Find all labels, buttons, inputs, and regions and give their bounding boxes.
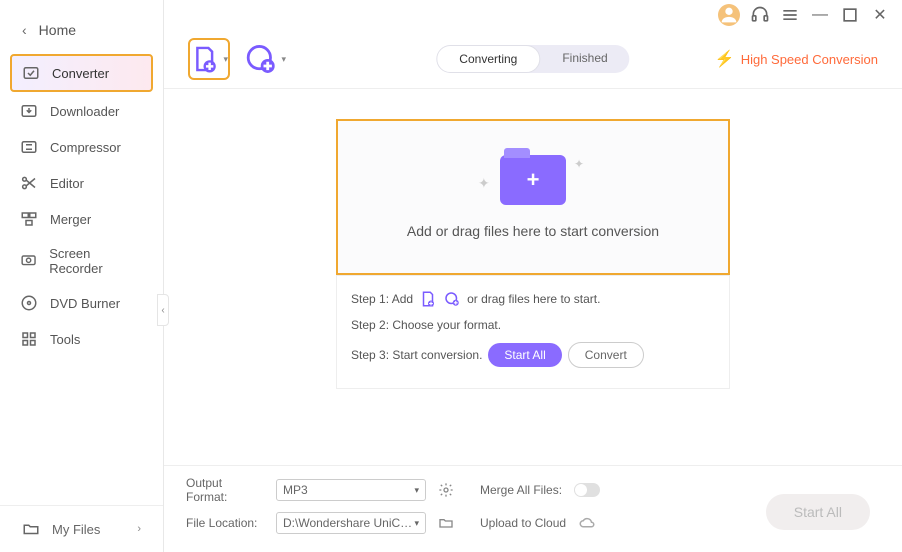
file-location-value: D:\Wondershare UniConverter — [283, 516, 414, 530]
chevron-down-icon: ▾ — [414, 518, 419, 529]
nav-list: Converter Downloader Compressor Editor M… — [0, 52, 163, 358]
screen-recorder-icon — [20, 252, 37, 270]
chevron-right-icon: › — [137, 523, 141, 535]
start-all-button[interactable]: Start All — [766, 494, 870, 530]
tools-icon — [20, 330, 38, 348]
content-area: ✦ + ✦ Add or drag files here to start co… — [164, 89, 902, 465]
step1-text-b: or drag files here to start. — [467, 292, 600, 306]
convert-step-button[interactable]: Convert — [568, 342, 644, 368]
step2-text: Step 2: Choose your format. — [351, 318, 501, 332]
add-folder-icon: + — [500, 155, 566, 205]
file-location-label: File Location: — [186, 516, 264, 530]
step3-text: Step 3: Start conversion. — [351, 348, 482, 362]
output-format-label: Output Format: — [186, 476, 264, 504]
dropzone-text: Add or drag files here to start conversi… — [407, 223, 659, 239]
start-all-step-button[interactable]: Start All — [488, 343, 561, 367]
sidebar-item-label: Screen Recorder — [49, 246, 143, 276]
main-panel: — ✕ ▾ ▾ Converting Finished ⚡ High Speed… — [164, 0, 902, 552]
chevron-down-icon: ▾ — [281, 54, 286, 65]
my-files-label: My Files — [52, 522, 100, 537]
tab-finished[interactable]: Finished — [540, 45, 629, 73]
output-format-select[interactable]: MP3 ▾ — [276, 479, 426, 501]
menu-icon[interactable] — [780, 5, 800, 25]
sparkle-icon: ✦ — [574, 157, 584, 171]
folder-icon — [22, 520, 40, 538]
steps-panel: Step 1: Add or drag files here to start.… — [336, 275, 730, 389]
scissors-icon — [20, 174, 38, 192]
sidebar-item-tools[interactable]: Tools — [10, 322, 153, 356]
upload-cloud-label: Upload to Cloud — [480, 516, 566, 530]
converter-icon — [22, 64, 40, 82]
sidebar-item-label: Editor — [50, 176, 84, 191]
lightning-icon: ⚡ — [715, 49, 735, 69]
tab-converting[interactable]: Converting — [436, 45, 540, 73]
chevron-down-icon: ▾ — [223, 54, 228, 65]
sidebar-item-dvd-burner[interactable]: DVD Burner — [10, 286, 153, 320]
sidebar: ‹ Home Converter Downloader Compressor E… — [0, 0, 164, 552]
titlebar: — ✕ — [164, 0, 902, 30]
sidebar-item-label: Tools — [50, 332, 80, 347]
disc-icon — [20, 294, 38, 312]
tab-group: Converting Finished — [436, 45, 629, 73]
cloud-icon[interactable] — [578, 514, 596, 532]
sidebar-item-converter[interactable]: Converter — [10, 54, 153, 92]
file-location-select[interactable]: D:\Wondershare UniConverter ▾ — [276, 512, 426, 534]
open-folder-icon[interactable] — [438, 515, 454, 531]
compressor-icon — [20, 138, 38, 156]
sidebar-item-label: Downloader — [50, 104, 119, 119]
sparkle-icon: ✦ — [478, 175, 490, 192]
sidebar-item-screen-recorder[interactable]: Screen Recorder — [10, 238, 153, 284]
minimize-icon[interactable]: — — [810, 5, 830, 25]
sidebar-item-label: Merger — [50, 212, 91, 227]
maximize-icon[interactable] — [840, 5, 860, 25]
bottom-bar: Output Format: MP3 ▾ Merge All Files: Fi… — [164, 465, 902, 552]
high-speed-conversion-link[interactable]: ⚡ High Speed Conversion — [715, 49, 878, 69]
add-file-icon — [419, 290, 437, 308]
add-disc-icon — [443, 290, 461, 308]
step1-text-a: Step 1: Add — [351, 292, 413, 306]
home-label: Home — [39, 22, 76, 38]
merger-icon — [20, 210, 38, 228]
sidebar-item-label: DVD Burner — [50, 296, 120, 311]
avatar[interactable] — [718, 4, 740, 26]
download-icon — [20, 102, 38, 120]
sidebar-item-downloader[interactable]: Downloader — [10, 94, 153, 128]
merge-toggle[interactable] — [574, 483, 600, 497]
add-folder-button[interactable]: ▾ — [244, 38, 286, 80]
merge-label: Merge All Files: — [480, 483, 562, 497]
toolbar: ▾ ▾ Converting Finished ⚡ High Speed Con… — [164, 30, 902, 89]
sidebar-item-editor[interactable]: Editor — [10, 166, 153, 200]
sidebar-item-label: Converter — [52, 66, 109, 81]
high-speed-label: High Speed Conversion — [741, 52, 878, 67]
drop-zone[interactable]: ✦ + ✦ Add or drag files here to start co… — [336, 119, 730, 275]
close-icon[interactable]: ✕ — [870, 5, 890, 25]
output-format-value: MP3 — [283, 483, 308, 497]
sidebar-item-compressor[interactable]: Compressor — [10, 130, 153, 164]
add-file-button[interactable]: ▾ — [188, 38, 230, 80]
headset-icon[interactable] — [750, 5, 770, 25]
collapse-sidebar-button[interactable]: ‹ — [157, 294, 169, 326]
my-files-link[interactable]: My Files › — [0, 505, 163, 552]
chevron-down-icon: ▾ — [414, 485, 419, 496]
sidebar-item-label: Compressor — [50, 140, 121, 155]
back-icon: ‹ — [22, 22, 27, 38]
settings-gear-icon[interactable] — [438, 482, 454, 498]
sidebar-item-merger[interactable]: Merger — [10, 202, 153, 236]
home-link[interactable]: ‹ Home — [0, 10, 163, 52]
